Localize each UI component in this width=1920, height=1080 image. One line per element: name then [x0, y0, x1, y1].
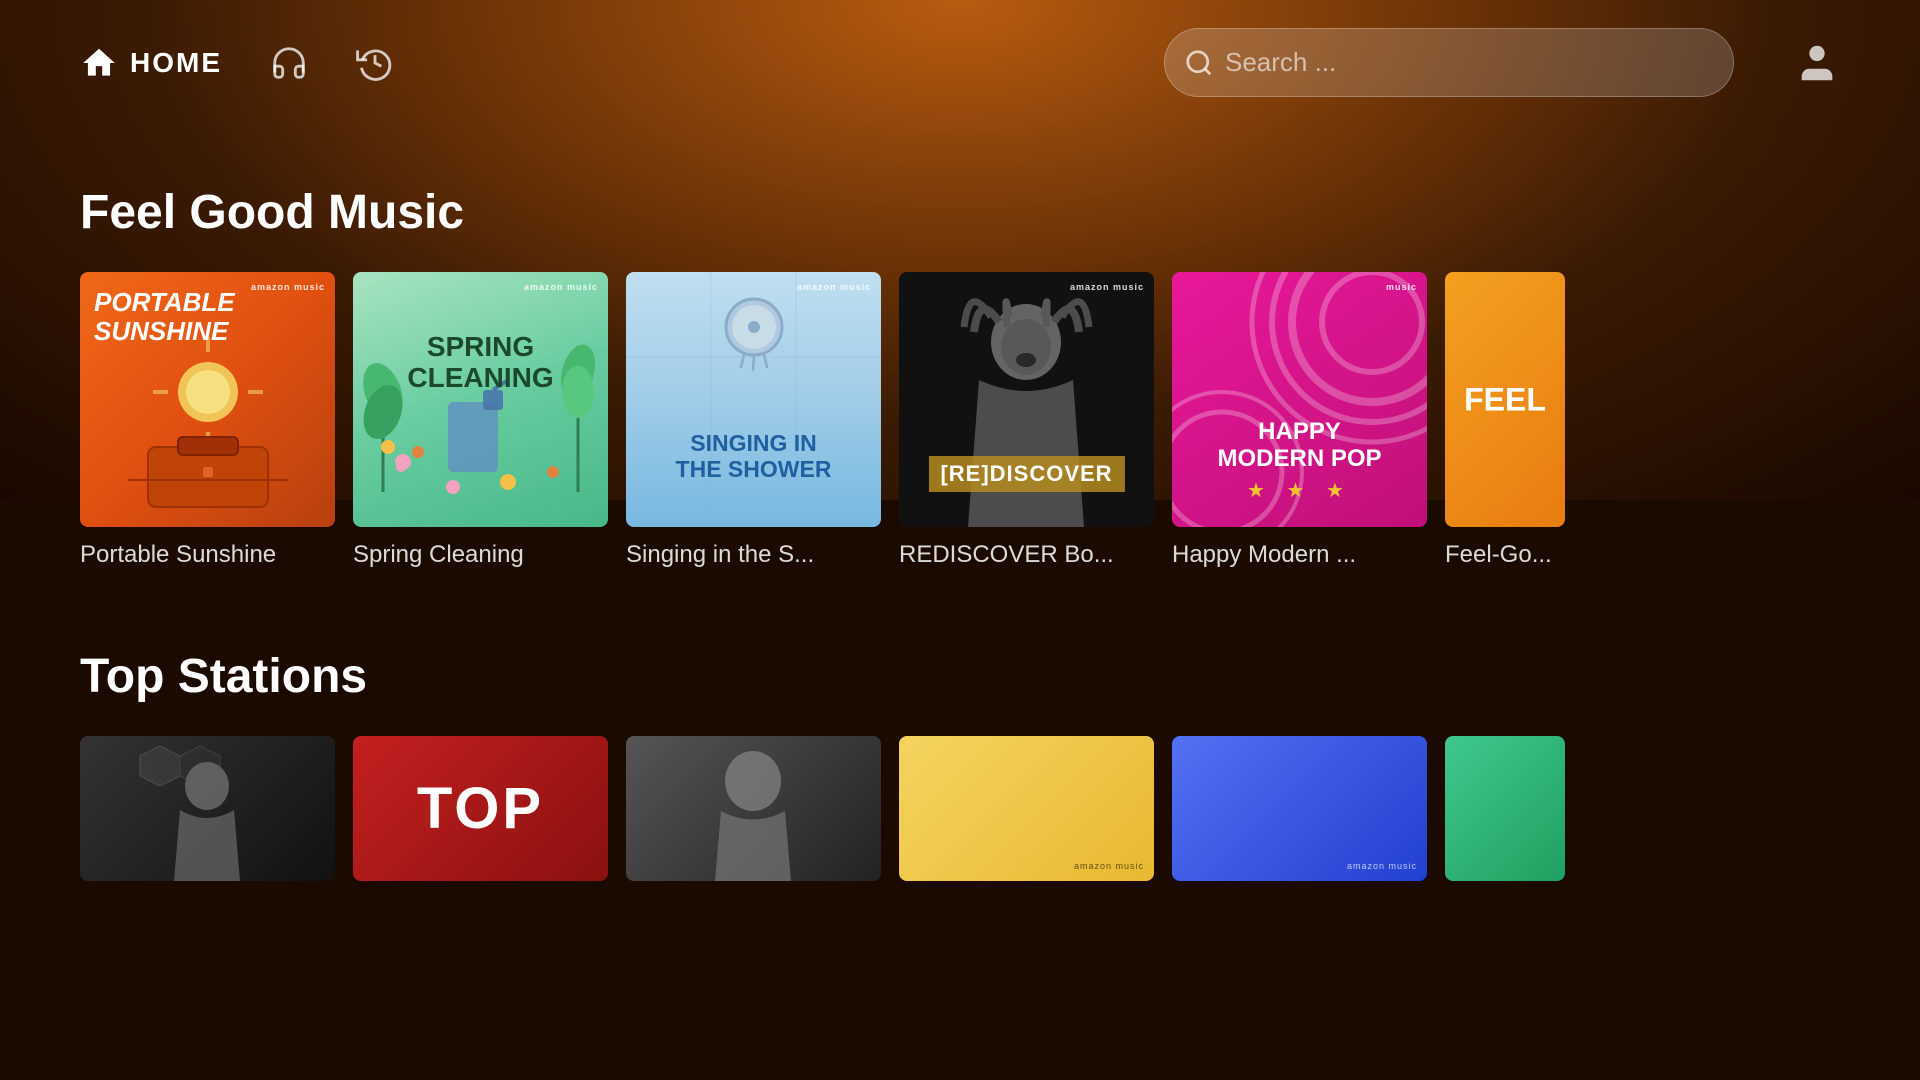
headphones-nav[interactable]: [270, 44, 308, 82]
top-stations-section: Top Stations TOP: [0, 649, 1920, 881]
happy-pop-card-text: HAPPYMODERN POP: [1217, 419, 1381, 472]
amazon-music-badge-1: amazon music: [251, 282, 325, 292]
home-nav[interactable]: HOME: [80, 44, 222, 82]
suitcase-decoration: [128, 432, 288, 512]
home-label: HOME: [130, 47, 222, 79]
history-nav[interactable]: [356, 44, 394, 82]
station-card-3[interactable]: [626, 736, 881, 881]
station-1-art: [80, 736, 335, 881]
history-icon: [356, 44, 394, 82]
feelgood-label: Feel-Go...: [1445, 541, 1565, 569]
feel-good-cards: amazon music PORTABLESUNSHINE Portable S…: [80, 272, 1840, 569]
home-icon: [80, 44, 118, 82]
profile-icon: [1794, 40, 1840, 86]
card-portable-sunshine[interactable]: amazon music PORTABLESUNSHINE Portable S…: [80, 272, 335, 569]
card-happy-modern[interactable]: music HAPPYMODERN POP: [1172, 272, 1427, 569]
feel-good-title: Feel Good Music: [80, 185, 1840, 240]
feel-good-section: Feel Good Music: [0, 185, 1920, 569]
happy-stars: ★ ★ ★: [1172, 478, 1427, 503]
shower-card-text: SINGING INTHE SHOWER: [654, 431, 854, 482]
station-top-text: TOP: [417, 780, 544, 838]
station-5-badge: amazon music: [1347, 861, 1417, 871]
portable-sunshine-card-text: PORTABLESUNSHINE: [94, 288, 235, 345]
card-spring-cleaning[interactable]: amazon music: [353, 272, 608, 569]
top-stations-title: Top Stations: [80, 649, 1840, 704]
station-card-top[interactable]: TOP: [353, 736, 608, 881]
rediscover-card-text: [RE]DISCOVER: [928, 456, 1124, 492]
profile-button[interactable]: [1794, 40, 1840, 86]
singing-shower-label: Singing in the S...: [626, 541, 881, 569]
station-cards: TOP amazon music amazon music: [80, 736, 1840, 881]
happy-modern-label: Happy Modern ...: [1172, 541, 1427, 569]
card-feel-good[interactable]: FEEL Feel-Go...: [1445, 272, 1565, 569]
search-bar: [1164, 28, 1734, 97]
spring-cleaning-card-text: SPRINGCLEANING: [391, 332, 571, 394]
spring-cleaning-label: Spring Cleaning: [353, 541, 608, 569]
card-singing-shower[interactable]: amazon music: [626, 272, 881, 569]
card-rediscover[interactable]: amazon music: [899, 272, 1154, 569]
station-card-5[interactable]: amazon music: [1172, 736, 1427, 881]
headphones-icon: [270, 44, 308, 82]
station-card-1[interactable]: [80, 736, 335, 881]
station-card-6[interactable]: [1445, 736, 1565, 881]
station-card-4[interactable]: amazon music: [899, 736, 1154, 881]
header: HOME: [0, 0, 1920, 125]
rediscover-label: REDISCOVER Bo...: [899, 541, 1154, 569]
search-input[interactable]: [1164, 28, 1734, 97]
feelgood-card-text: FEEL: [1464, 381, 1546, 418]
portable-sunshine-label: Portable Sunshine: [80, 541, 335, 569]
spring-decoration: [353, 272, 608, 527]
station-3-art: [626, 736, 881, 881]
shower-head-icon: [709, 292, 799, 382]
station-4-badge: amazon music: [1074, 861, 1144, 871]
search-icon: [1184, 48, 1214, 78]
